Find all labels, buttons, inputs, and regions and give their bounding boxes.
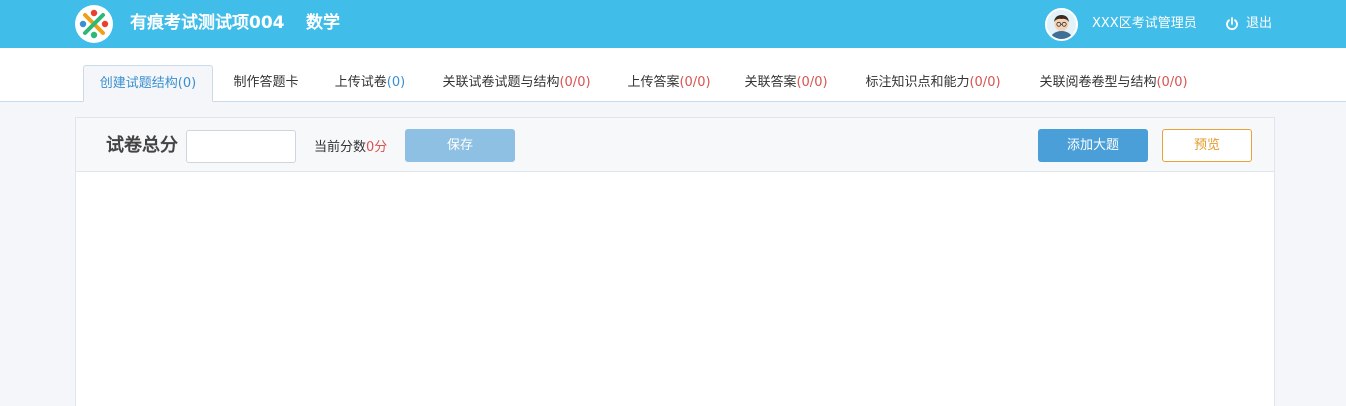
panel-toolbar: 试卷总分 当前分数0分 保存 添加大题 预览 [76, 118, 1274, 172]
user-avatar-icon[interactable] [1045, 8, 1078, 41]
tab-link-marking-types[interactable]: 关联阅卷卷型与结构(0/0) [1026, 65, 1201, 102]
tab-label: 关联试卷试题与结构 [442, 75, 560, 90]
tab-count: (0/0) [559, 75, 591, 90]
tab-link-paper-questions[interactable]: 关联试卷试题与结构(0/0) [429, 65, 604, 102]
tab-answer-sheet[interactable]: 制作答题卡 [222, 65, 310, 102]
tab-upload-answers[interactable]: 上传答案(0/0) [617, 65, 721, 102]
tab-create-structure[interactable]: 创建试题结构(0) [83, 65, 213, 102]
tab-upload-paper[interactable]: 上传试卷(0) [324, 65, 416, 102]
save-button[interactable]: 保存 [405, 129, 515, 162]
top-header: 有痕考试测试项004 数学 XXX区考试管理员 退出 [0, 0, 1346, 48]
exam-subject: 数学 [306, 13, 340, 33]
tab-count: (0/0) [1156, 75, 1188, 90]
preview-button[interactable]: 预览 [1162, 129, 1252, 162]
tab-link-answers[interactable]: 关联答案(0/0) [734, 65, 838, 102]
current-score-label: 当前分数 [314, 140, 367, 155]
user-name[interactable]: XXX区考试管理员 [1092, 15, 1197, 33]
logout-link[interactable]: 退出 [1246, 15, 1272, 33]
tab-count: (0) [386, 75, 406, 90]
current-score-value: 0分 [366, 140, 388, 155]
power-icon[interactable] [1225, 17, 1239, 31]
tab-count: (0/0) [679, 75, 711, 90]
tab-label: 关联阅卷卷型与结构 [1039, 75, 1157, 90]
tab-label: 制作答题卡 [233, 75, 299, 90]
current-score: 当前分数0分 [314, 139, 387, 157]
tab-mark-knowledge[interactable]: 标注知识点和能力(0/0) [852, 65, 1014, 102]
tab-count: (0/0) [796, 75, 828, 90]
tab-count: (0) [177, 76, 197, 91]
structure-panel: 试卷总分 当前分数0分 保存 添加大题 预览 [75, 117, 1275, 406]
total-score-input[interactable] [186, 130, 296, 163]
add-section-button[interactable]: 添加大题 [1038, 129, 1148, 162]
total-score-label: 试卷总分 [106, 135, 178, 156]
tab-label: 标注知识点和能力 [865, 75, 970, 90]
step-tabs: 创建试题结构(0) 制作答题卡 上传试卷(0) 关联试卷试题与结构(0/0) 上… [0, 48, 1346, 102]
tab-label: 关联答案 [744, 75, 797, 90]
logo-pinwheel-icon [75, 5, 113, 43]
exam-title: 有痕考试测试项004 [130, 13, 285, 33]
tab-count: (0/0) [969, 75, 1001, 90]
tab-label: 创建试题结构 [99, 76, 178, 91]
tab-label: 上传答案 [627, 75, 680, 90]
tab-label: 上传试卷 [334, 75, 387, 90]
